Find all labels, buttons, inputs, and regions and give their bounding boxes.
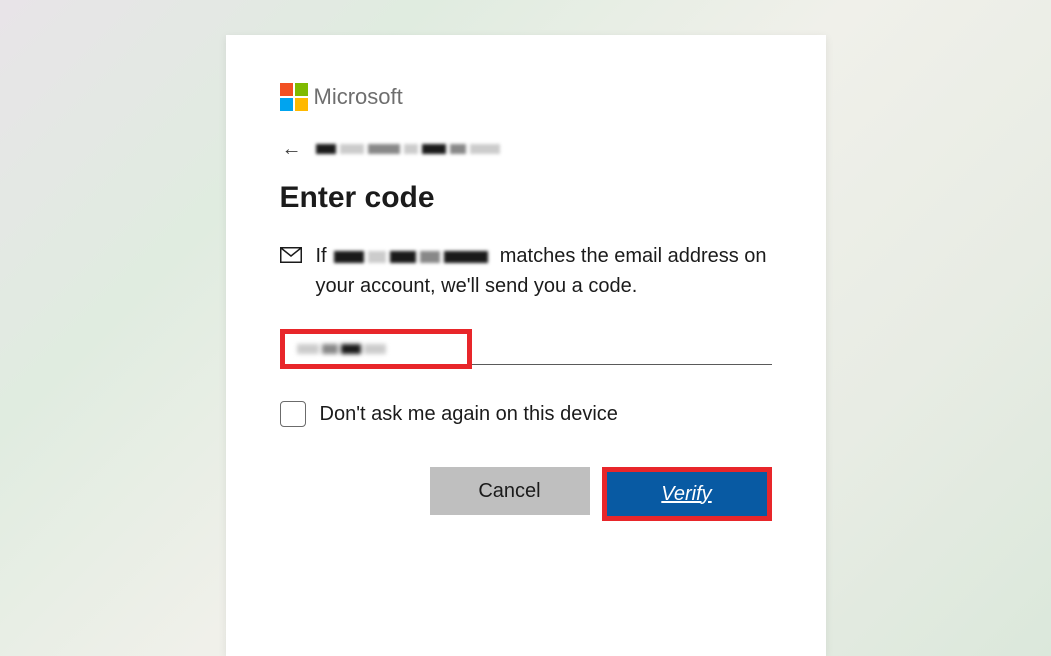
brand-logo: Microsoft [280,83,772,111]
back-arrow-icon[interactable]: ← [282,139,302,159]
verify-button[interactable]: Verify [607,472,767,516]
identity-row: ← [280,139,772,159]
account-identifier-redacted [316,144,500,154]
remember-device-checkbox[interactable] [280,401,306,427]
instruction-prefix: If [316,245,327,267]
remember-device-row: Don't ask me again on this device [280,401,772,427]
envelope-icon [280,247,302,268]
email-redacted [334,251,488,263]
code-input-highlight [280,329,472,369]
microsoft-logo-icon [280,83,308,111]
cancel-button[interactable]: Cancel [430,467,590,515]
verify-button-highlight: Verify [602,467,772,521]
page-title: Enter code [280,181,772,215]
code-input[interactable] [297,344,455,354]
instruction-row: If matches the email address on your acc… [280,241,772,301]
brand-name: Microsoft [314,84,403,110]
instruction-text: If matches the email address on your acc… [316,241,772,301]
action-buttons: Cancel Verify [280,467,772,521]
auth-card: Microsoft ← Enter code If [226,35,826,656]
remember-device-label: Don't ask me again on this device [320,403,618,426]
